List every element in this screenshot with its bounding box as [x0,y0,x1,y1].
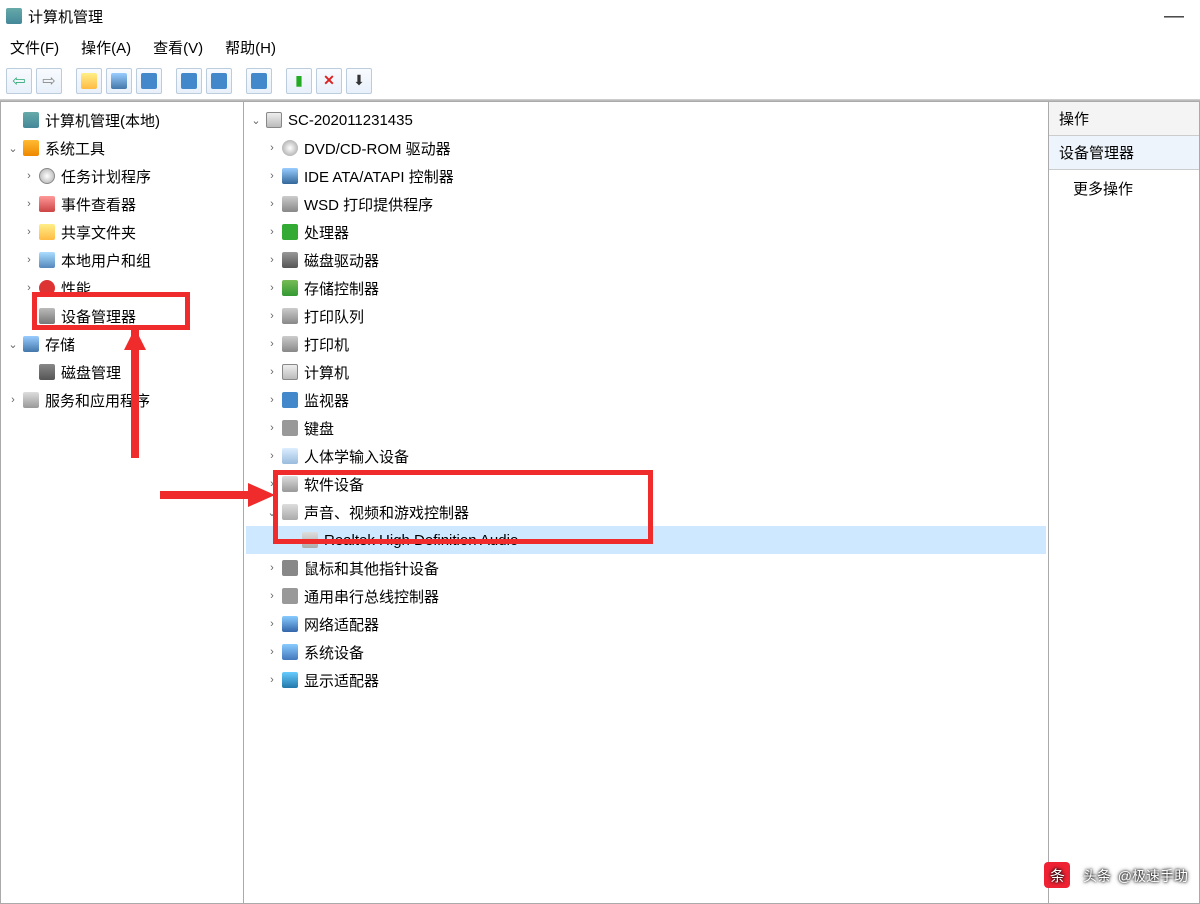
tree-storage[interactable]: 存储 [3,330,241,358]
dev-network[interactable]: 网络适配器 [246,610,1046,638]
dev-wsd[interactable]: WSD 打印提供程序 [246,190,1046,218]
actions-pane: 操作 设备管理器 更多操作 [1048,101,1200,904]
dev-hid[interactable]: 人体学输入设备 [246,442,1046,470]
tree-shared-folders[interactable]: 共享文件夹 [3,218,241,246]
menu-help[interactable]: 帮助(H) [225,37,276,58]
dev-monitor[interactable]: 监视器 [246,386,1046,414]
window-title: 计算机管理 [28,6,1154,27]
app-icon [6,8,22,24]
tree-local-users[interactable]: 本地用户和组 [3,246,241,274]
dev-storage-ctrl[interactable]: 存储控制器 [246,274,1046,302]
toolbar-button-2[interactable] [106,68,132,94]
toolbar-button-9[interactable]: ⬇ [346,68,372,94]
toolbar-button-6[interactable] [246,68,272,94]
dev-software[interactable]: 软件设备 [246,470,1046,498]
dev-printers[interactable]: 打印机 [246,330,1046,358]
menu-bar: 文件(F) 操作(A) 查看(V) 帮助(H) [0,32,1200,62]
device-tree-pane: SC-202011231435 DVD/CD-ROM 驱动器 IDE ATA/A… [244,101,1048,904]
toolbar-button-3[interactable] [136,68,162,94]
menu-action[interactable]: 操作(A) [81,37,131,58]
content-panes: 计算机管理(本地) 系统工具 任务计划程序 事件查看器 共享文件夹 本地用户和组 [0,100,1200,904]
tree-task-scheduler[interactable]: 任务计划程序 [3,162,241,190]
dev-root[interactable]: SC-202011231435 [246,106,1046,134]
dev-display[interactable]: 显示适配器 [246,666,1046,694]
back-button[interactable] [6,68,32,94]
toolbar-button-1[interactable] [76,68,102,94]
left-tree-pane: 计算机管理(本地) 系统工具 任务计划程序 事件查看器 共享文件夹 本地用户和组 [0,101,244,904]
toolbar-button-4[interactable] [176,68,202,94]
dev-computer[interactable]: 计算机 [246,358,1046,386]
dev-usb[interactable]: 通用串行总线控制器 [246,582,1046,610]
toolbar-button-7[interactable]: ▮ [286,68,312,94]
tree-root-local[interactable]: 计算机管理(本地) [3,106,241,134]
tree-event-viewer[interactable]: 事件查看器 [3,190,241,218]
watermark: 条 头条 @极速手助 [1044,860,1188,889]
actions-section: 设备管理器 [1049,136,1199,170]
minimize-button[interactable]: — [1154,5,1194,28]
dev-mouse[interactable]: 鼠标和其他指针设备 [246,554,1046,582]
menu-view[interactable]: 查看(V) [153,37,203,58]
menu-file[interactable]: 文件(F) [10,37,59,58]
dev-disk-drives[interactable]: 磁盘驱动器 [246,246,1046,274]
dev-ide[interactable]: IDE ATA/ATAPI 控制器 [246,162,1046,190]
dev-keyboard[interactable]: 键盘 [246,414,1046,442]
forward-button[interactable] [36,68,62,94]
toolbar-button-5[interactable] [206,68,232,94]
tree-performance[interactable]: 性能 [3,274,241,302]
dev-cpu[interactable]: 处理器 [246,218,1046,246]
dev-sound[interactable]: 声音、视频和游戏控制器 [246,498,1046,526]
tree-services-apps[interactable]: 服务和应用程序 [3,386,241,414]
tree-device-manager[interactable]: 设备管理器 [3,302,241,330]
dev-system[interactable]: 系统设备 [246,638,1046,666]
tree-disk-management[interactable]: 磁盘管理 [3,358,241,386]
watermark-logo: 条 [1044,862,1070,888]
tree-system-tools[interactable]: 系统工具 [3,134,241,162]
actions-more[interactable]: 更多操作 [1049,170,1199,207]
dev-dvd[interactable]: DVD/CD-ROM 驱动器 [246,134,1046,162]
actions-header: 操作 [1049,102,1199,136]
toolbar: ▮ ✕ ⬇ [0,62,1200,100]
toolbar-button-delete[interactable]: ✕ [316,68,342,94]
watermark-prefix: 头条 [1083,868,1111,884]
title-bar: 计算机管理 — [0,0,1200,32]
watermark-text: @极速手助 [1118,868,1188,884]
dev-sound-realtek[interactable]: Realtek High Definition Audio [246,526,1046,554]
dev-print-queue[interactable]: 打印队列 [246,302,1046,330]
